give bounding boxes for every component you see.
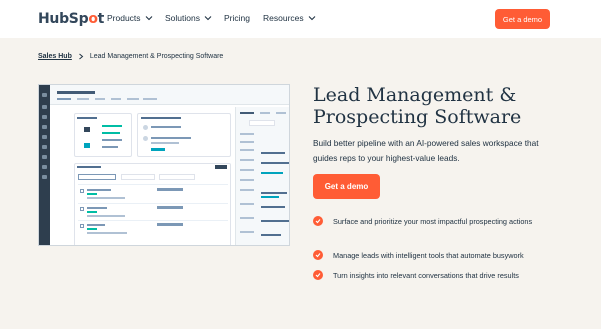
breadcrumb: Sales Hub Lead Management & Prospecting … xyxy=(38,53,223,60)
benefit-text: Surface and prioritize your most impactf… xyxy=(333,217,533,226)
page-title-line1: Lead Management & xyxy=(313,84,517,106)
nav-resources-label: Resources xyxy=(263,13,304,23)
nav-resources[interactable]: Resources xyxy=(263,13,316,23)
nav-products[interactable]: Products xyxy=(107,13,153,23)
hubspot-logo[interactable]: HubSpot xyxy=(38,11,104,27)
breadcrumb-sales-hub[interactable]: Sales Hub xyxy=(38,53,72,60)
benefit-item: Turn insights into relevant conversation… xyxy=(313,269,573,282)
breadcrumb-current: Lead Management & Prospecting Software xyxy=(89,53,224,60)
check-icon xyxy=(313,250,323,260)
get-demo-button[interactable]: Get a demo xyxy=(313,174,380,199)
benefit-text: Manage leads with intelligent tools that… xyxy=(333,251,524,260)
top-nav: HubSpot Products Solutions Pricing Resou… xyxy=(0,0,601,38)
get-demo-button-nav[interactable]: Get a demo xyxy=(495,9,550,29)
benefit-item: Surface and prioritize your most impactf… xyxy=(313,215,543,228)
product-screenshot xyxy=(38,84,290,246)
chevron-right-icon xyxy=(79,53,84,60)
benefit-text: Turn insights into relevant conversation… xyxy=(333,271,519,280)
hero-description: Build better pipeline with an AI-powered… xyxy=(313,138,539,163)
nav-solutions-label: Solutions xyxy=(165,13,200,23)
check-icon xyxy=(313,216,323,226)
nav-solutions[interactable]: Solutions xyxy=(165,13,212,23)
chevron-down-icon xyxy=(145,16,152,21)
check-icon xyxy=(313,270,323,280)
chevron-down-icon xyxy=(308,16,316,21)
nav-pricing-label: Pricing xyxy=(224,13,250,23)
nav-products-label: Products xyxy=(107,13,141,23)
page-title-line2: Prospecting Software xyxy=(313,106,522,128)
app-sidebar xyxy=(39,85,50,245)
chevron-down-icon xyxy=(204,16,212,21)
benefit-item: Manage leads with intelligent tools that… xyxy=(313,249,573,262)
page-title: Lead Management & Prospecting Software xyxy=(313,84,553,128)
nav-pricing[interactable]: Pricing xyxy=(224,13,250,23)
